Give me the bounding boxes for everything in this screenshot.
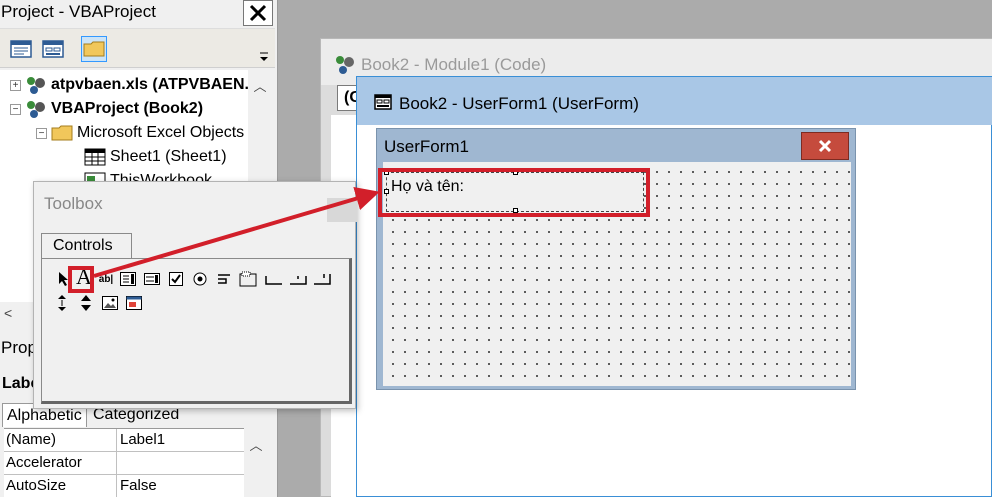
- view-object-button[interactable]: [40, 36, 66, 62]
- folder-icon: [51, 125, 73, 141]
- image-tool-icon[interactable]: [100, 293, 120, 313]
- tree-item-excel-objects[interactable]: − Microsoft Excel Objects: [36, 121, 244, 145]
- close-icon: [249, 4, 267, 22]
- combobox-tool-icon[interactable]: [118, 269, 138, 289]
- tree-item-label: Sheet1 (Sheet1): [110, 148, 227, 165]
- frame-tool-icon[interactable]: [238, 269, 258, 289]
- toolbox-title: Toolbox: [44, 194, 103, 213]
- scroll-left-icon[interactable]: <: [4, 302, 12, 324]
- commandbutton-tool-icon[interactable]: [264, 269, 284, 289]
- folder-icon: [83, 41, 105, 57]
- label-tool-highlight-box: [68, 266, 94, 293]
- tree-item-label: atpvbaen.xls (ATPVBAEN.XLAM): [51, 76, 258, 93]
- textbox-tool-icon[interactable]: ab|: [96, 269, 116, 289]
- tab-controls[interactable]: Controls: [41, 233, 132, 259]
- project-explorer-toolbar: [0, 28, 275, 68]
- tree-item-sheet1[interactable]: Sheet1 (Sheet1): [84, 145, 227, 169]
- tree-item-vbaproject-book2[interactable]: − VBAProject (Book2): [10, 97, 203, 121]
- code-window-title: Book2 - Module1 (Code): [361, 55, 547, 74]
- chevron-down-icon: [260, 52, 268, 61]
- module-icon: [336, 56, 354, 74]
- tree-item-atpvbaen[interactable]: + atpvbaen.xls (ATPVBAEN.XLAM): [10, 73, 258, 97]
- userform-icon: [374, 94, 392, 110]
- toolbox-titlebar-button[interactable]: [327, 198, 357, 222]
- spinbutton-tool-icon[interactable]: [76, 293, 96, 313]
- userform-window-titlebar: Book2 - UserForm1 (UserForm): [357, 77, 992, 125]
- collapse-icon[interactable]: −: [10, 103, 21, 115]
- toolbox-window: Toolbox Controls A ab|: [33, 181, 357, 409]
- checkbox-tool-icon[interactable]: [166, 269, 186, 289]
- view-code-button[interactable]: [8, 36, 34, 62]
- properties-grid: (Name) Label1 Accelerator AutoSize False: [4, 428, 244, 497]
- tree-item-label: Microsoft Excel Objects: [77, 124, 245, 141]
- userform-close-button[interactable]: [801, 132, 849, 160]
- scroll-up-icon[interactable]: ︿: [244, 432, 268, 456]
- tree-item-label: VBAProject (Book2): [51, 100, 204, 117]
- property-value[interactable]: Label1: [116, 429, 242, 451]
- scroll-up-icon[interactable]: ︿: [248, 74, 272, 96]
- close-icon: [818, 139, 832, 153]
- project-explorer-close-button[interactable]: [243, 0, 273, 26]
- expand-icon[interactable]: +: [10, 79, 21, 91]
- userform-window-title: Book2 - UserForm1 (UserForm): [399, 94, 639, 113]
- property-name: Accelerator: [6, 454, 82, 471]
- togglebutton-tool-icon[interactable]: [214, 269, 234, 289]
- userform-caption: UserForm1: [384, 137, 470, 156]
- property-name: (Name): [6, 431, 57, 448]
- property-value[interactable]: [116, 452, 242, 474]
- property-row[interactable]: (Name) Label1: [4, 429, 244, 452]
- view-code-icon: [10, 40, 32, 58]
- property-row[interactable]: AutoSize False: [4, 475, 244, 497]
- property-value[interactable]: False: [116, 475, 242, 497]
- vba-project-icon: [27, 77, 45, 94]
- sheet-icon: [84, 148, 106, 166]
- multipage-tool-icon[interactable]: [312, 269, 332, 289]
- vba-project-icon: [27, 101, 45, 118]
- listbox-tool-icon[interactable]: [142, 269, 162, 289]
- property-row[interactable]: Accelerator: [4, 452, 244, 475]
- optionbutton-tool-icon[interactable]: [190, 269, 210, 289]
- collapse-icon[interactable]: −: [36, 127, 47, 139]
- scrollbar-tool-icon[interactable]: [52, 293, 72, 313]
- toggle-folders-button[interactable]: [81, 36, 107, 62]
- properties-vertical-scrollbar[interactable]: ︿: [244, 428, 268, 497]
- view-object-icon: [42, 40, 64, 58]
- tabstrip-tool-icon[interactable]: [288, 269, 308, 289]
- label-highlight-box: [378, 168, 650, 217]
- project-explorer-title: Project - VBAProject: [1, 2, 156, 21]
- toolbar-overflow-button[interactable]: [257, 37, 271, 63]
- property-name: AutoSize: [6, 477, 67, 494]
- refedit-tool-icon[interactable]: [124, 293, 144, 313]
